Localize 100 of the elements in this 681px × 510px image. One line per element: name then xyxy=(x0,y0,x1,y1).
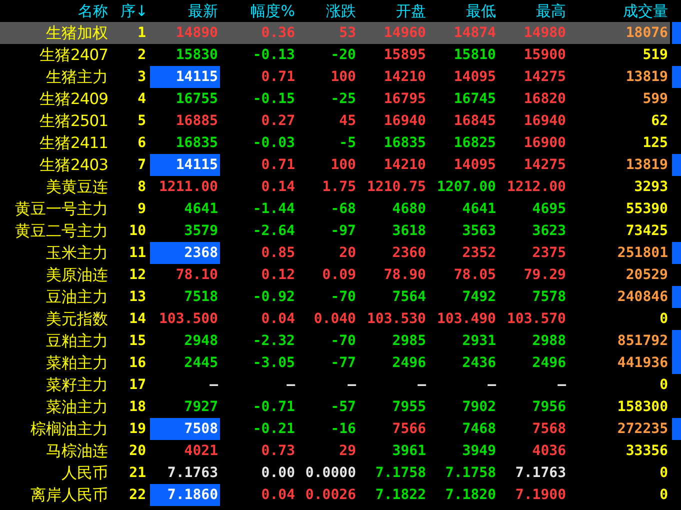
table-cell-text: 3579 xyxy=(183,222,219,241)
table-cell-text: 14275 xyxy=(522,156,567,175)
table-cell-text: -70 xyxy=(330,288,357,307)
table-cell-text: 16940 xyxy=(382,112,427,131)
table-cell-text: 4680 xyxy=(391,200,427,219)
index-cell-text: 12 xyxy=(128,266,147,285)
table-cell-text: 2496 xyxy=(531,354,567,373)
table-cell: 7.1860 xyxy=(150,484,220,506)
index-cell-text: 2 xyxy=(136,46,147,65)
name-cell[interactable]: 豆粕主力 xyxy=(0,330,110,352)
volume-cell-text: 125 xyxy=(642,134,669,153)
column-header[interactable]: 成交量 xyxy=(568,0,670,22)
volume-cell-text: 441936 xyxy=(616,354,669,373)
index-cell-text: 5 xyxy=(136,112,147,131)
index-cell-text: 10 xyxy=(128,222,147,241)
table-cell-text: 0.71 xyxy=(260,156,296,175)
table-cell-text: — xyxy=(556,376,567,395)
table-cell-text: -5 xyxy=(338,134,357,153)
name-cell[interactable]: 菜油主力 xyxy=(0,396,110,418)
volume-cell-text: 0 xyxy=(658,376,669,395)
index-cell-text: 3 xyxy=(136,68,147,87)
table-cell-text: 4641 xyxy=(183,200,219,219)
table-cell-text: 16825 xyxy=(452,134,497,153)
table-cell-text: 7.1900 xyxy=(514,486,567,505)
table-cell-text: 2496 xyxy=(391,354,427,373)
index-cell-text: 14 xyxy=(128,310,147,329)
table-cell-text: -0.03 xyxy=(252,134,296,153)
name-cell[interactable]: 离岸人民币 xyxy=(0,484,110,506)
column-header[interactable]: 最低 xyxy=(428,0,498,22)
table-cell-text: — xyxy=(286,376,296,395)
name-cell[interactable]: 生猪2403 xyxy=(0,154,110,176)
name-cell[interactable]: 美黄豆连 xyxy=(0,176,110,198)
name-cell[interactable]: 菜籽主力 xyxy=(0,374,110,396)
table-cell-text: 3623 xyxy=(531,222,567,241)
table-cell-text: 0.09 xyxy=(321,266,357,285)
table-cell-text: 7927 xyxy=(183,398,219,417)
name-cell[interactable]: 生猪2407 xyxy=(0,44,110,66)
name-cell[interactable]: 棕榈油主力 xyxy=(0,418,110,440)
table-cell-text: 7902 xyxy=(461,398,497,417)
table-cell-text: 14210 xyxy=(382,156,427,175)
index-cell: 1 xyxy=(110,22,150,44)
column-header[interactable]: 最高 xyxy=(498,0,568,22)
column-header[interactable]: 名称 xyxy=(0,0,110,22)
column-header[interactable]: 最新 xyxy=(150,0,220,22)
index-cell-text: 11 xyxy=(128,244,147,263)
table-cell-text: 15900 xyxy=(522,46,567,65)
table-cell-text: 7.1820 xyxy=(444,486,497,505)
index-cell-text: 8 xyxy=(136,178,147,197)
table-cell-text: -2.64 xyxy=(252,222,296,241)
column-header[interactable]: 涨跌 xyxy=(297,0,358,22)
table-cell-text: 45 xyxy=(338,112,357,131)
table-cell: 14874 xyxy=(428,22,498,44)
table-cell-text: 2931 xyxy=(461,332,497,351)
table-cell-text: 2360 xyxy=(391,244,427,263)
name-cell[interactable]: 马棕油连 xyxy=(0,440,110,462)
column-header[interactable]: 开盘 xyxy=(358,0,428,22)
index-cell-text: 13 xyxy=(128,288,147,307)
name-cell[interactable]: 菜粕主力 xyxy=(0,352,110,374)
name-cell[interactable]: 生猪2409 xyxy=(0,88,110,110)
name-cell[interactable]: 豆油主力 xyxy=(0,286,110,308)
index-cell-text: 20 xyxy=(128,442,147,461)
index-cell-text: 4 xyxy=(136,90,147,109)
table-cell-text: 0.00 xyxy=(260,464,296,483)
table-cell-text: 16845 xyxy=(452,112,497,131)
table-cell-text: 2948 xyxy=(183,332,219,351)
table-cell-text: 16820 xyxy=(522,90,567,109)
table-cell-text: 14275 xyxy=(522,68,567,87)
name-cell[interactable]: 美原油连 xyxy=(0,264,110,286)
table-cell-text: 2988 xyxy=(531,332,567,351)
column-header[interactable]: 序↓ xyxy=(110,0,150,22)
table-cell-text: -57 xyxy=(330,398,357,417)
name-cell[interactable]: 玉米主力 xyxy=(0,242,110,264)
table-cell-text: 16835 xyxy=(382,134,427,153)
table-cell-text: 16885 xyxy=(174,112,219,131)
name-cell[interactable]: 黄豆二号主力 xyxy=(0,220,110,242)
table-cell-text: 4641 xyxy=(461,200,497,219)
name-cell[interactable]: 人民币 xyxy=(0,462,110,484)
name-cell[interactable]: 生猪加权 xyxy=(0,22,110,44)
table-cell-text: -25 xyxy=(330,90,357,109)
table-cell-text: 7566 xyxy=(391,420,427,439)
name-cell[interactable]: 生猪2501 xyxy=(0,110,110,132)
volume-cell-text: 3293 xyxy=(633,178,669,197)
column-header[interactable]: 幅度% xyxy=(220,0,297,22)
table-cell-text: 14095 xyxy=(452,68,497,87)
name-cell[interactable]: 黄豆一号主力 xyxy=(0,198,110,220)
name-cell[interactable]: 生猪2411 xyxy=(0,132,110,154)
table-cell-text: 7.1758 xyxy=(444,464,497,483)
name-cell[interactable]: 生猪主力 xyxy=(0,66,110,88)
table-cell-text: 0.27 xyxy=(260,112,296,131)
table-cell-text: -0.15 xyxy=(252,90,296,109)
table-cell-text: 0.0026 xyxy=(304,486,357,505)
table-cell-text: 1207.00 xyxy=(436,178,497,197)
table-cell-text: -1.44 xyxy=(252,200,296,219)
table-cell-text: 1.75 xyxy=(321,178,357,197)
table-cell: 14980 xyxy=(498,22,568,44)
table-cell-text: 7.1822 xyxy=(374,486,427,505)
table-cell-text: -0.21 xyxy=(252,420,296,439)
name-cell[interactable]: 美元指数 xyxy=(0,308,110,330)
index-cell-text: 15 xyxy=(128,332,147,351)
volume-cell-text: 272235 xyxy=(616,420,669,439)
